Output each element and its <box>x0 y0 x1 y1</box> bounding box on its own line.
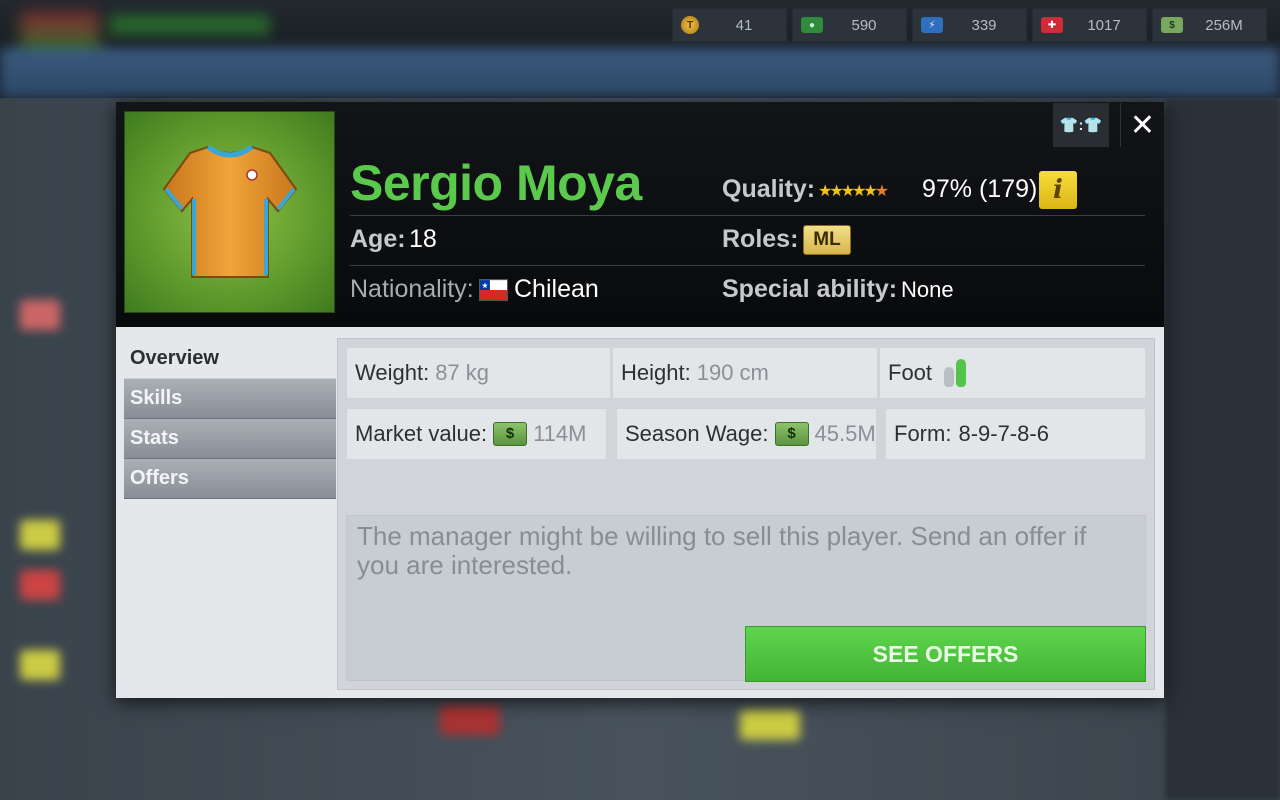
tokens-value: 41 <box>735 16 753 34</box>
weight-cell: Weight: 87 kg <box>346 347 611 399</box>
roles-label: Roles: <box>722 225 799 253</box>
background-row <box>20 300 60 330</box>
nationality-label: Nationality: <box>350 275 474 303</box>
kit-swap-icon: 👕:👕 <box>1059 117 1103 134</box>
height-value: 190 cm <box>696 360 769 385</box>
background-row <box>440 705 500 735</box>
money-icon: $ <box>774 422 809 446</box>
age-label: Age: <box>350 225 406 253</box>
weight-value: 87 kg <box>435 360 490 385</box>
height-cell: Height: 190 cm <box>612 347 878 399</box>
money-stack-icon: $ <box>1161 17 1183 33</box>
foot-cell: Foot <box>879 347 1146 399</box>
form-value: 8-9-7-8-6 <box>958 421 1049 446</box>
background-row <box>740 710 800 740</box>
shirt-icon <box>162 144 297 278</box>
info-button[interactable]: i <box>1039 171 1077 209</box>
background-row <box>20 650 60 680</box>
season-wage-value: 45.5M <box>814 421 876 446</box>
market-value: 114M <box>533 421 587 446</box>
player-name: Sergio Moya <box>350 155 642 211</box>
tab-skills[interactable]: Skills <box>124 379 336 419</box>
height-label: Height: <box>621 360 691 385</box>
quality-value: 97% (179) <box>922 175 1038 203</box>
player-kit-image <box>124 111 335 313</box>
currency-money[interactable]: $ 256M <box>1152 8 1267 42</box>
background-row <box>20 520 60 550</box>
tab-overview[interactable]: Overview <box>124 339 336 379</box>
form-label: Form: <box>894 421 952 446</box>
background-team-name <box>110 14 270 36</box>
player-modal: Sergio Moya Age: 18 Nationality: Chilean… <box>116 102 1164 698</box>
quality-label: Quality: <box>722 175 816 203</box>
cash-value: 590 <box>851 16 877 34</box>
money-icon: $ <box>493 422 528 446</box>
nationality-value: Chilean <box>514 275 599 303</box>
tab-stats[interactable]: Stats <box>124 419 336 459</box>
weight-label: Weight: <box>355 360 430 385</box>
special-ability-label: Special ability: <box>722 275 898 303</box>
background-header-band <box>0 48 1280 98</box>
token-coin-icon: T <box>681 16 699 34</box>
right-foot-icon <box>944 359 967 387</box>
money-value: 256M <box>1205 16 1243 34</box>
special-ability-value: None <box>901 277 954 302</box>
background-right-panel <box>1165 98 1280 800</box>
market-value-label: Market value: <box>355 421 488 446</box>
chile-flag-icon <box>479 279 508 301</box>
tab-offers[interactable]: Offers <box>124 459 336 499</box>
currency-medical[interactable]: ✚ 1017 <box>1032 8 1147 42</box>
background-row <box>20 570 60 600</box>
role-badge[interactable]: ML <box>803 225 851 255</box>
season-wage-cell: Season Wage: $ 45.5M <box>616 408 877 460</box>
close-button[interactable]: ✕ <box>1120 103 1164 147</box>
player-header: Sergio Moya Age: 18 Nationality: Chilean… <box>116 102 1164 327</box>
medical-value: 1017 <box>1087 16 1121 34</box>
header-divider <box>350 265 1145 266</box>
currency-bar: T 41 ● 590 ⚡ 339 ✚ 1017 $ 256M <box>672 8 1267 42</box>
player-tabs: Overview Skills Stats Offers <box>124 339 336 499</box>
green-cash-icon: ● <box>801 17 823 33</box>
kit-swap-button[interactable]: 👕:👕 <box>1053 103 1109 147</box>
market-value-cell: Market value: $ 114M <box>346 408 607 460</box>
currency-tokens[interactable]: T 41 <box>672 8 787 42</box>
energy-value: 339 <box>971 16 997 34</box>
foot-label: Foot <box>888 360 933 385</box>
medical-icon: ✚ <box>1041 17 1063 33</box>
currency-energy[interactable]: ⚡ 339 <box>912 8 1027 42</box>
see-offers-button[interactable]: SEE OFFERS <box>745 626 1146 682</box>
form-cell: Form: 8-9-7-8-6 <box>885 408 1146 460</box>
overview-panel: Weight: 87 kg Height: 190 cm Foot Market… <box>337 338 1155 690</box>
quality-stars-icon: ★★★★★★ <box>818 183 889 200</box>
currency-cash[interactable]: ● 590 <box>792 8 907 42</box>
close-icon: ✕ <box>1129 108 1156 142</box>
age-value: 18 <box>409 225 437 253</box>
header-divider <box>350 215 1145 216</box>
season-wage-label: Season Wage: <box>625 421 769 446</box>
energy-icon: ⚡ <box>921 17 943 33</box>
